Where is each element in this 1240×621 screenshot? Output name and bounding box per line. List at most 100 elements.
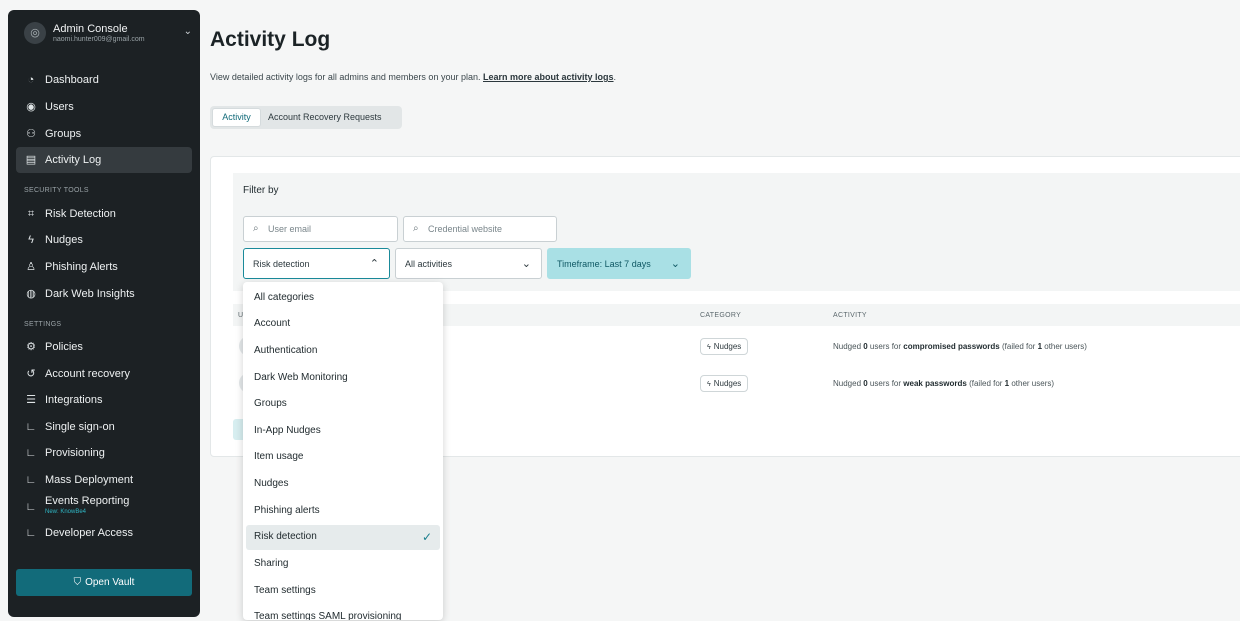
description-text: View detailed activity logs for all admi…	[210, 72, 481, 82]
tab-bar: Activity Account Recovery Requests	[210, 106, 402, 129]
dropdown-option[interactable]: Phishing alerts	[246, 499, 440, 524]
sidebar-item-label: Dashboard	[45, 74, 99, 86]
activity-text-part: (failed for	[999, 342, 1038, 351]
activity-text-part: users for	[867, 342, 904, 351]
sidebar-item-label: Risk Detection	[45, 208, 116, 220]
recovery-icon: ↺	[26, 368, 36, 380]
shield-icon: ⛉	[73, 577, 82, 588]
dropdown-option-label: Nudges	[254, 478, 289, 489]
sidebar-item-label: Groups	[45, 128, 82, 140]
dropdown-option-label: Authentication	[254, 345, 318, 356]
sidebar-item-account-recovery[interactable]: ↺ Account recovery	[16, 361, 192, 387]
tab-account-recovery-requests[interactable]: Account Recovery Requests	[268, 108, 382, 127]
corner-icon: ∟	[25, 501, 37, 513]
dashboard-icon: ◔	[27, 74, 35, 86]
dropdown-option[interactable]: Team settings	[246, 579, 440, 604]
lightning-icon: ϟ	[707, 344, 711, 351]
sidebar-item-groups[interactable]: ⚇ Groups	[16, 121, 192, 147]
learn-more-link[interactable]: Learn more about activity logs	[483, 72, 614, 82]
account-switcher[interactable]: ◎ Admin Console naomi.hunter009@gmail.co…	[24, 22, 192, 64]
lightning-icon: ϟ	[707, 381, 711, 388]
dropdown-option[interactable]: All categories	[246, 286, 440, 311]
user-email-field[interactable]: ⌕	[243, 216, 398, 242]
corner-icon: ∟	[25, 474, 37, 486]
category-select[interactable]: Risk detection ⌃	[243, 248, 390, 279]
sidebar-item-label: Phishing Alerts	[45, 261, 118, 273]
timeframe-select[interactable]: Timeframe: Last 7 days ⌄	[547, 248, 691, 279]
column-header-category: CATEGORY	[700, 312, 742, 319]
category-chip: ϟ Nudges	[700, 375, 749, 392]
dropdown-option[interactable]: Item usage	[246, 445, 440, 470]
dropdown-option-label: Dark Web Monitoring	[254, 372, 348, 383]
sidebar-item-label: Provisioning	[45, 447, 105, 459]
dropdown-option-label: Phishing alerts	[254, 505, 320, 516]
sidebar-item-policies[interactable]: ⚙ Policies	[16, 334, 192, 360]
open-vault-button[interactable]: ⛉ Open Vault	[16, 569, 192, 596]
dropdown-option-label: Sharing	[254, 558, 289, 569]
sidebar-item-label: Developer Access	[45, 527, 134, 539]
dropdown-option-selected[interactable]: Risk detection ✓	[246, 525, 440, 550]
credential-website-field[interactable]: ⌕	[403, 216, 557, 242]
dropdown-option-label: All categories	[254, 292, 315, 303]
risk-detection-icon: ⌗	[27, 208, 35, 220]
sidebar-item-label: Nudges	[45, 234, 83, 246]
activity-target: weak passwords	[903, 379, 967, 388]
sidebar-item-provisioning[interactable]: ∟ Provisioning	[16, 440, 192, 466]
activity-text-part: Nudged	[833, 379, 864, 388]
sidebar-item-nudges[interactable]: ϟ Nudges	[16, 227, 192, 253]
dropdown-option-label: Team settings SAML provisioning	[254, 611, 402, 620]
chevron-down-icon: ⌄	[521, 258, 531, 270]
activity-target: compromised passwords	[903, 342, 1000, 351]
corner-icon: ∟	[25, 421, 37, 433]
category-select-value: Risk detection	[253, 259, 310, 269]
sidebar-item-events-reporting[interactable]: ∟ Events Reporting New: KnowBe4	[16, 491, 192, 517]
activity-text-part: users for	[867, 379, 904, 388]
sidebar-item-dark-web-insights[interactable]: ◍ Dark Web Insights	[16, 281, 192, 307]
chevron-down-icon: ⌄	[670, 258, 680, 270]
sidebar-item-mass-deployment[interactable]: ∟ Mass Deployment	[16, 467, 192, 493]
sidebar-item-integrations[interactable]: ☰ Integrations	[16, 387, 192, 413]
search-icon: ⌕	[253, 223, 259, 234]
dropdown-option[interactable]: Team settings SAML provisioning	[246, 605, 440, 620]
activity-text: Nudged 0 users for weak passwords (faile…	[833, 379, 1054, 388]
dropdown-option[interactable]: Dark Web Monitoring	[246, 366, 440, 391]
sidebar-item-dashboard[interactable]: ◔ Dashboard	[16, 67, 192, 93]
category-chip: ϟ Nudges	[700, 338, 749, 355]
activity-select[interactable]: All activities ⌄	[395, 248, 542, 279]
credential-website-input[interactable]	[428, 221, 548, 237]
sidebar-item-label: Mass Deployment	[45, 474, 134, 486]
dropdown-option-label: In-App Nudges	[254, 425, 321, 436]
sidebar-item-users[interactable]: ◉ Users	[16, 94, 192, 120]
chevron-down-icon[interactable]: ⌄	[184, 26, 192, 37]
dropdown-option[interactable]: In-App Nudges	[246, 419, 440, 444]
sidebar-item-risk-detection[interactable]: ⌗ Risk Detection	[16, 201, 192, 227]
dropdown-option[interactable]: Account	[246, 312, 440, 337]
sidebar-item-single-sign-on[interactable]: ∟ Single sign-on	[16, 414, 192, 440]
dropdown-option-label: Team settings	[254, 585, 316, 596]
category-dropdown-menu: All categories Account Authentication Da…	[243, 282, 443, 620]
sidebar: ◎ Admin Console naomi.hunter009@gmail.co…	[8, 10, 200, 617]
sidebar-item-label: Users	[45, 101, 74, 113]
sidebar-item-label: Account recovery	[45, 368, 130, 380]
dropdown-option-label: Groups	[254, 398, 287, 409]
sidebar-item-label: Integrations	[45, 394, 103, 406]
phishing-icon: ♙	[26, 261, 36, 273]
open-vault-label: Open Vault	[85, 577, 135, 588]
activity-text-part: other users)	[1009, 379, 1055, 388]
sidebar-item-activity-log[interactable]: ▤ Activity Log	[16, 147, 192, 173]
activity-text-part: other users)	[1042, 342, 1087, 351]
user-icon: ◉	[26, 101, 36, 113]
groups-icon: ⚇	[26, 128, 36, 140]
page-title: Activity Log	[210, 28, 331, 51]
dropdown-option[interactable]: Groups	[246, 392, 440, 417]
dropdown-option[interactable]: Sharing	[246, 552, 440, 577]
sidebar-item-phishing-alerts[interactable]: ♙ Phishing Alerts	[16, 254, 192, 280]
dropdown-option[interactable]: Nudges	[246, 472, 440, 497]
dropdown-option[interactable]: Authentication	[246, 339, 440, 364]
keeper-logo-icon: ◎	[24, 22, 46, 44]
corner-icon: ∟	[25, 527, 37, 539]
user-email-input[interactable]	[268, 221, 388, 237]
category-chip-label: Nudges	[713, 342, 742, 351]
tab-activity[interactable]: Activity	[212, 108, 261, 127]
sidebar-item-developer-access[interactable]: ∟ Developer Access	[16, 520, 192, 546]
